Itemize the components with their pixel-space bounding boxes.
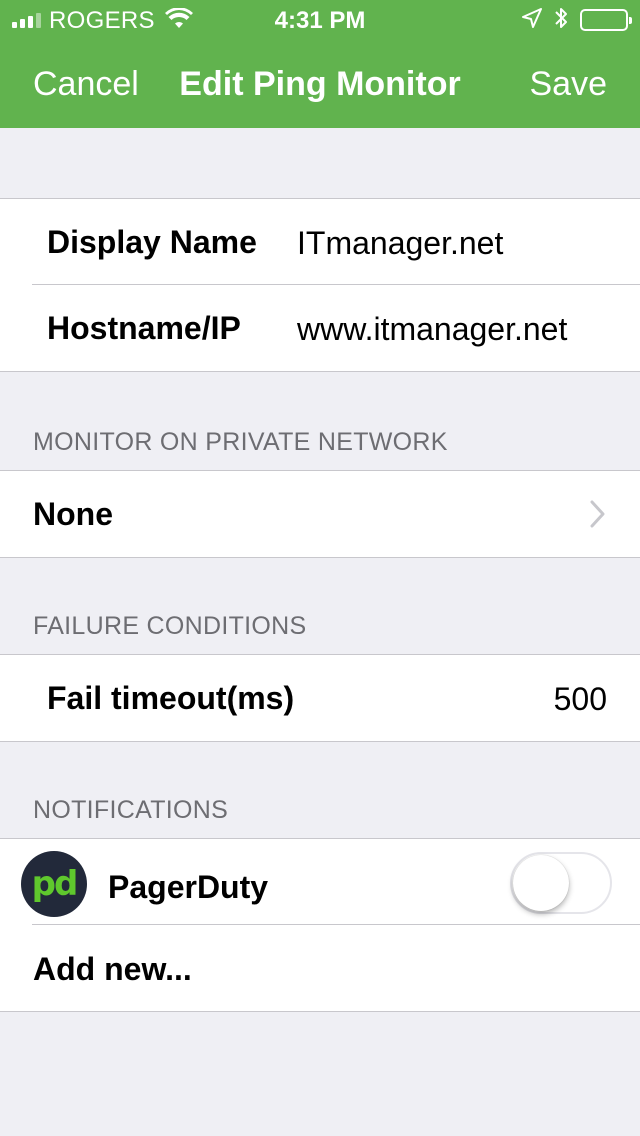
add-new-row[interactable]: Add new... — [0, 924, 640, 1011]
notifications-section: pd PagerDuty Add new... — [0, 838, 640, 1012]
location-icon — [522, 7, 542, 33]
failure-conditions-section: Fail timeout(ms) 500 — [0, 654, 640, 742]
chevron-right-icon — [590, 500, 606, 533]
private-network-value: None — [33, 496, 113, 532]
fail-timeout-row[interactable]: Fail timeout(ms) 500 — [0, 655, 640, 741]
status-bar-right — [522, 6, 632, 35]
add-new-button[interactable]: Add new... — [33, 951, 192, 988]
hostname-field[interactable]: www.itmanager.net — [297, 311, 567, 348]
toggle-knob — [513, 855, 569, 911]
pagerduty-toggle[interactable] — [510, 852, 612, 914]
battery-icon — [580, 9, 632, 31]
navigation-bar: Cancel Edit Ping Monitor Save — [0, 40, 640, 128]
private-network-section: None — [0, 470, 640, 558]
pagerduty-row: pd PagerDuty — [0, 839, 640, 925]
failure-conditions-header: FAILURE CONDITIONS — [33, 612, 307, 640]
general-section: Display Name ITmanager.net Hostname/IP w… — [0, 198, 640, 372]
fail-timeout-field[interactable]: 500 — [554, 681, 607, 718]
hostname-label: Hostname/IP — [47, 310, 241, 346]
save-button[interactable]: Save — [530, 65, 608, 104]
pagerduty-label: PagerDuty — [108, 869, 269, 905]
status-bar: ROGERS 4:31 PM — [0, 0, 640, 40]
hostname-row[interactable]: Hostname/IP www.itmanager.net — [0, 284, 640, 371]
notifications-header: NOTIFICATIONS — [33, 796, 229, 824]
bluetooth-icon — [554, 6, 568, 35]
display-name-label: Display Name — [47, 224, 257, 260]
fail-timeout-label: Fail timeout(ms) — [47, 680, 295, 716]
display-name-row[interactable]: Display Name ITmanager.net — [0, 199, 640, 285]
display-name-field[interactable]: ITmanager.net — [297, 225, 503, 262]
pagerduty-logo-icon: pd — [21, 851, 87, 917]
cancel-button[interactable]: Cancel — [33, 65, 139, 104]
private-network-select-row[interactable]: None — [0, 471, 640, 557]
private-network-header: MONITOR ON PRIVATE NETWORK — [33, 428, 448, 456]
